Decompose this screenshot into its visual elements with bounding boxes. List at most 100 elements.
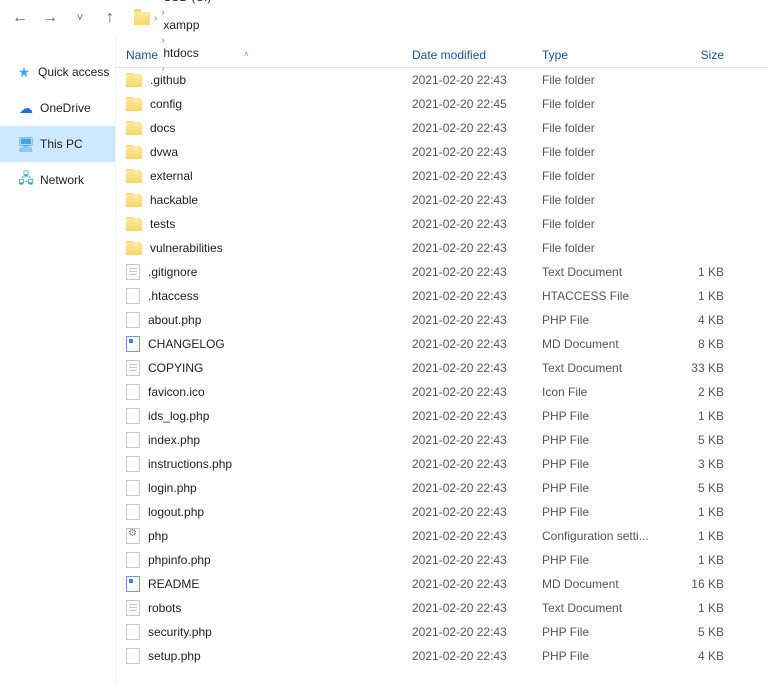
column-header-name[interactable]: Name ˄ — [116, 48, 402, 62]
column-headers: Name ˄ Date modified Type Size — [116, 36, 768, 68]
file-row[interactable]: security.php2021-02-20 22:43PHP File5 KB — [116, 620, 768, 644]
file-type-cell: File folder — [532, 145, 668, 159]
file-type-cell: File folder — [532, 121, 668, 135]
file-size-cell: 1 KB — [668, 553, 738, 567]
cfg-file-icon — [126, 528, 140, 544]
file-name-label: config — [150, 97, 182, 111]
file-size-cell: 4 KB — [668, 649, 738, 663]
breadcrumb-item[interactable]: xampp — [161, 18, 213, 32]
file-name-label: .gitignore — [148, 265, 197, 279]
column-header-size[interactable]: Size — [668, 48, 738, 62]
file-name-label: robots — [148, 601, 181, 615]
file-row[interactable]: README2021-02-20 22:43MD Document16 KB — [116, 572, 768, 596]
file-name-cell: tests — [116, 217, 402, 231]
forward-button[interactable]: → — [38, 6, 62, 30]
file-row[interactable]: .github2021-02-20 22:43File folder — [116, 68, 768, 92]
file-row[interactable]: index.php2021-02-20 22:43PHP File5 KB — [116, 428, 768, 452]
file-date-cell: 2021-02-20 22:43 — [402, 577, 532, 591]
file-date-cell: 2021-02-20 22:43 — [402, 313, 532, 327]
up-button[interactable]: ↑ — [98, 6, 122, 30]
file-type-cell: Configuration setti... — [532, 529, 668, 543]
file-row[interactable]: vulnerabilities2021-02-20 22:43File fold… — [116, 236, 768, 260]
file-row[interactable]: COPYING2021-02-20 22:43Text Document33 K… — [116, 356, 768, 380]
breadcrumb-item[interactable]: SSD (C:) — [161, 0, 213, 4]
file-type-cell: HTACCESS File — [532, 289, 668, 303]
file-name-label: index.php — [148, 433, 200, 447]
file-type-cell: File folder — [532, 241, 668, 255]
file-row[interactable]: php 2021-02-20 22:43Configuration setti..… — [116, 524, 768, 548]
file-row[interactable]: .gitignore2021-02-20 22:43Text Document1… — [116, 260, 768, 284]
file-name-label: php — [148, 529, 168, 543]
file-date-cell: 2021-02-20 22:43 — [402, 361, 532, 375]
file-row[interactable]: instructions.php2021-02-20 22:43PHP File… — [116, 452, 768, 476]
file-name-cell: php — [116, 528, 402, 544]
file-name-cell: CHANGELOG — [116, 336, 402, 352]
sidebar-item-label: Network — [40, 173, 84, 187]
sidebar-item[interactable]: ☁OneDrive — [0, 90, 115, 126]
file-date-cell: 2021-02-20 22:43 — [402, 505, 532, 519]
file-name-label: favicon.ico — [148, 385, 205, 399]
column-header-type[interactable]: Type — [532, 48, 668, 62]
pc-icon: 🖥 — [18, 136, 34, 152]
column-header-date[interactable]: Date modified — [402, 48, 532, 62]
file-row[interactable]: CHANGELOG2021-02-20 22:43MD Document8 KB — [116, 332, 768, 356]
file-row[interactable]: ids_log.php 2021-02-20 22:43PHP File1 KB — [116, 404, 768, 428]
net-icon: 🖧 — [18, 172, 34, 188]
file-date-cell: 2021-02-20 22:43 — [402, 337, 532, 351]
folder-icon — [126, 170, 142, 183]
file-row[interactable]: tests2021-02-20 22:43File folder — [116, 212, 768, 236]
file-size-cell: 5 KB — [668, 625, 738, 639]
file-name-label: ids_log.php — [148, 409, 209, 423]
file-row[interactable]: .htaccess2021-02-20 22:43HTACCESS File1 … — [116, 284, 768, 308]
file-row[interactable]: external2021-02-20 22:43File folder — [116, 164, 768, 188]
file-date-cell: 2021-02-20 22:43 — [402, 241, 532, 255]
file-type-cell: PHP File — [532, 409, 668, 423]
file-date-cell: 2021-02-20 22:43 — [402, 529, 532, 543]
file-list: .github2021-02-20 22:43File folderconfig… — [116, 68, 768, 685]
file-name-cell: .github — [116, 73, 402, 87]
column-header-name-label: Name — [126, 48, 158, 62]
md-file-icon — [126, 336, 140, 352]
file-row[interactable]: docs2021-02-20 22:43File folder — [116, 116, 768, 140]
file-row[interactable]: hackable2021-02-20 22:43File folder — [116, 188, 768, 212]
file-type-cell: PHP File — [532, 481, 668, 495]
file-row[interactable]: favicon.ico2021-02-20 22:43Icon File2 KB — [116, 380, 768, 404]
recent-locations-button[interactable]: ˅ — [68, 6, 92, 30]
file-row[interactable]: phpinfo.php2021-02-20 22:43PHP File1 KB — [116, 548, 768, 572]
file-file-icon — [126, 480, 140, 496]
file-type-cell: Text Document — [532, 265, 668, 279]
text-file-icon — [126, 360, 140, 376]
file-type-cell: File folder — [532, 73, 668, 87]
file-name-cell: setup.php — [116, 648, 402, 664]
file-row[interactable]: login.php2021-02-20 22:43PHP File5 KB — [116, 476, 768, 500]
file-type-cell: PHP File — [532, 313, 668, 327]
text-file-icon — [126, 264, 140, 280]
file-row[interactable]: setup.php2021-02-20 22:43PHP File4 KB — [116, 644, 768, 668]
file-date-cell: 2021-02-20 22:43 — [402, 433, 532, 447]
file-row[interactable]: about.php2021-02-20 22:43PHP File4 KB — [116, 308, 768, 332]
file-name-cell: .htaccess — [116, 288, 402, 304]
file-name-label: logout.php — [148, 505, 204, 519]
file-date-cell: 2021-02-20 22:43 — [402, 217, 532, 231]
file-date-cell: 2021-02-20 22:43 — [402, 169, 532, 183]
file-name-cell: security.php — [116, 624, 402, 640]
file-date-cell: 2021-02-20 22:43 — [402, 409, 532, 423]
sidebar-item[interactable]: ★Quick access — [0, 54, 115, 90]
file-row[interactable]: robots2021-02-20 22:43Text Document1 KB — [116, 596, 768, 620]
file-row[interactable]: dvwa2021-02-20 22:43File folder — [116, 140, 768, 164]
file-size-cell: 1 KB — [668, 529, 738, 543]
file-file-icon — [126, 552, 140, 568]
file-name-label: tests — [150, 217, 175, 231]
back-button[interactable]: ← — [8, 6, 32, 30]
file-size-cell: 1 KB — [668, 409, 738, 423]
file-size-cell: 5 KB — [668, 433, 738, 447]
file-type-cell: MD Document — [532, 337, 668, 351]
file-type-cell: Icon File — [532, 385, 668, 399]
file-file-icon — [126, 624, 140, 640]
sidebar-item[interactable]: 🖧 Network — [0, 162, 115, 198]
sidebar-item[interactable]: 🖥This PC — [0, 126, 115, 162]
file-name-cell: hackable — [116, 193, 402, 207]
file-row[interactable]: config2021-02-20 22:45File folder — [116, 92, 768, 116]
breadcrumb[interactable]: › This PC›SSD (C:)›xampp›htdocs› — [128, 6, 760, 30]
file-row[interactable]: logout.php2021-02-20 22:43PHP File1 KB — [116, 500, 768, 524]
